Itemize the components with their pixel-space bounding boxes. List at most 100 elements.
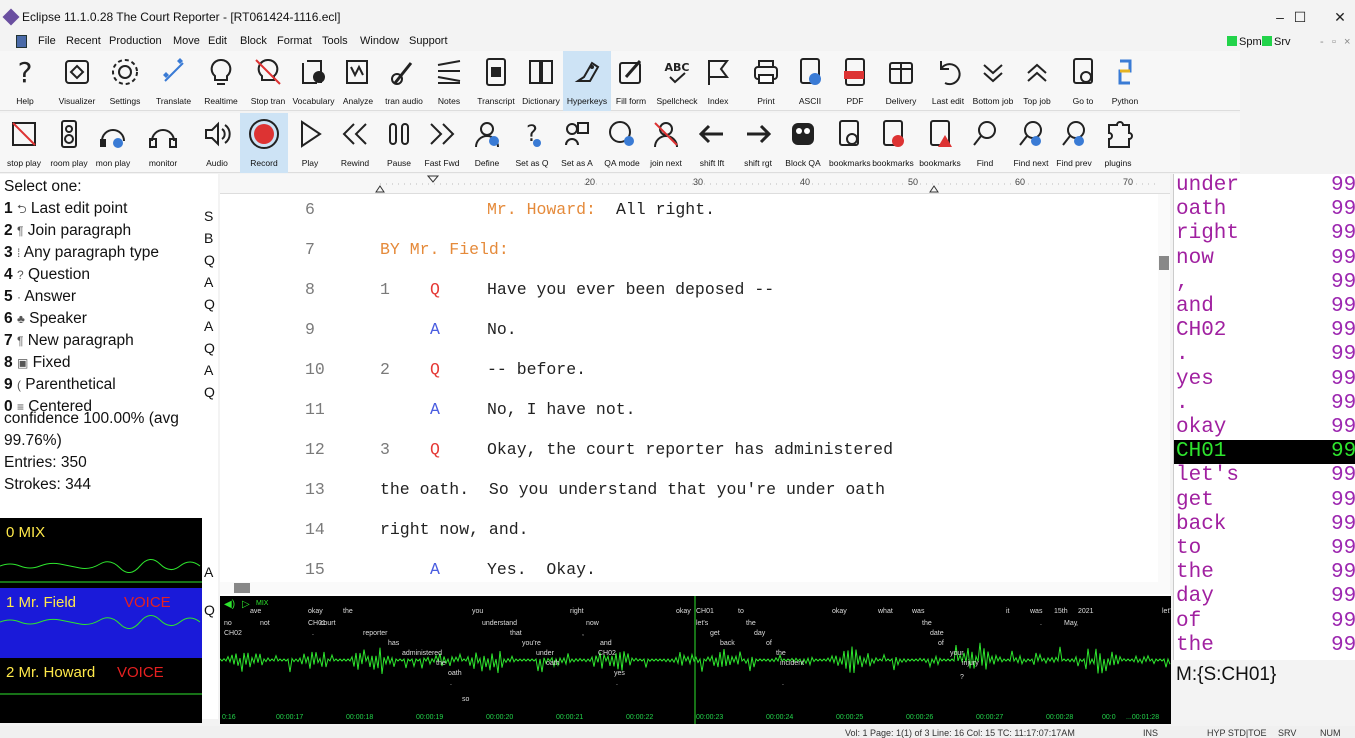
option-last-edit-point[interactable]: 1 ⮌ Last edit point [4,200,127,221]
mdi-minimize-button[interactable]: - [1320,36,1324,48]
toolbar-button-set-as-q[interactable]: ? Set as Q [510,113,554,173]
transcript-line[interactable]: 7 BY Mr. Field: [220,240,1150,280]
waveform-word[interactable]: yes [614,670,625,677]
toolbar-button-define[interactable]: Define [467,113,507,173]
waveform-word[interactable]: your [950,650,964,657]
waveform-word[interactable]: day [754,630,765,637]
toolbar-button-fill-form[interactable]: Fill form [611,51,651,111]
waveform-word[interactable]: you [472,608,483,615]
toolbar-button-room-play[interactable]: room play [49,113,89,173]
waveform-word[interactable]: understand [482,620,517,627]
system-menu-icon[interactable] [16,35,27,48]
waveform-word[interactable]: . [616,680,618,687]
transcript-line[interactable]: 14 right now, and. [220,520,1150,560]
toolbar-button-mon-play[interactable]: mon play [91,113,135,173]
wordlist-row[interactable]: . 99 [1174,392,1355,416]
waveform-word[interactable]: okay [308,608,323,615]
toolbar-button-last-edit[interactable]: Last edit [928,51,968,111]
wordlist-row[interactable]: under 99 [1174,174,1355,198]
mixer-channel-howard[interactable]: 2 Mr. Howard VOICE [0,658,202,728]
toolbar-button-fast-fwd[interactable]: Fast Fwd [420,113,464,173]
toolbar-button-qa-mode[interactable]: QA mode [601,113,643,173]
waveform-word[interactable]: injury [962,660,979,667]
waveform-word[interactable]: let's [696,620,708,627]
waveform-word[interactable]: not [260,620,270,627]
toolbar-button-ascii[interactable]: ASCII [790,51,830,111]
waveform-word[interactable]: ave [250,608,261,615]
toolbar-button-stop-play[interactable]: stop play [2,113,46,173]
waveform-word[interactable]: the [746,620,756,627]
transcript-line[interactable]: 8 1 Q Have you ever been deposed -- [220,280,1150,320]
toolbar-button-pdf[interactable]: PDF [835,51,875,111]
waveform-word[interactable]: let's [1162,608,1171,615]
wordlist-row[interactable]: . 99 [1174,343,1355,367]
toolbar-button-block-qa[interactable]: Block QA [781,113,825,173]
waveform-word[interactable]: date [930,630,944,637]
option-join-paragraph[interactable]: 2 ¶ Join paragraph [4,222,131,240]
horizontal-scrollbar[interactable] [220,582,1170,594]
toolbar-button-bookmarks[interactable]: bookmarks [872,113,914,173]
transcript-line[interactable]: 12 3 Q Okay, the court reporter has adminis… [220,440,1150,480]
vertical-scrollbar[interactable] [1158,194,1170,594]
option-new-paragraph[interactable]: 7 ¶ New paragraph [4,332,134,350]
waveform-word[interactable]: and [600,640,612,647]
waveform-word[interactable]: get [710,630,720,637]
toolbar-button-python[interactable]: Python [1106,51,1144,111]
menu-format[interactable]: Format [277,35,312,47]
toolbar-button-find-next[interactable]: Find next [1010,113,1052,173]
waveform-word[interactable]: what [878,608,893,615]
waveform-word[interactable]: that [510,630,522,637]
toolbar-button-rewind[interactable]: Rewind [334,113,376,173]
toolbar-button-shift-lft[interactable]: shift lft [690,113,734,173]
waveform-word[interactable]: . [782,680,784,687]
toolbar-button-bottom-job[interactable]: Bottom job [972,51,1014,111]
wordlist-row[interactable]: of 99 [1174,610,1355,634]
toolbar-button-tran-audio[interactable]: tran audio [381,51,427,111]
transcript-line[interactable]: 6 Mr. Howard: All right. [220,200,1150,240]
waveform-word[interactable]: reporter [363,630,388,637]
toolbar-button-play[interactable]: Play [291,113,329,173]
wordlist-row[interactable]: get 99 [1174,489,1355,513]
toolbar-button-find-prev[interactable]: Find prev [1054,113,1094,173]
toolbar-button-notes[interactable]: Notes [428,51,470,111]
waveform-word[interactable]: so [462,696,469,703]
option-fixed[interactable]: 8 ▣ Fixed [4,354,71,372]
menu-file[interactable]: File [38,35,56,47]
toolbar-button-realtime[interactable]: Realtime [199,51,243,111]
mdi-close-button[interactable]: × [1344,36,1350,48]
waveform-word[interactable]: , [582,630,584,637]
wordlist-row[interactable]: the 99 [1174,561,1355,585]
wordlist-row[interactable]: yes 99 [1174,368,1355,392]
toolbar-button-bookmarks[interactable]: bookmarks [918,113,962,173]
toolbar-button-record[interactable]: Record [240,113,288,173]
waveform-word[interactable]: you're [522,640,541,647]
waveform-word[interactable]: okay [832,608,847,615]
menu-block[interactable]: Block [240,35,267,47]
toolbar-button-top-job[interactable]: Top job [1016,51,1058,111]
wordlist-row[interactable]: right 99 [1174,222,1355,246]
transcript-line[interactable]: 9 A No. [220,320,1150,360]
waveform-word[interactable]: , [1076,620,1078,627]
wordlist-row[interactable]: and 99 [1174,295,1355,319]
scrollbar-thumb[interactable] [234,583,250,593]
toolbar-button-plugins[interactable]: plugins [1098,113,1138,173]
menu-window[interactable]: Window [360,35,399,47]
mdi-restore-button[interactable]: ▫ [1332,36,1336,48]
toolbar-button-monitor[interactable]: monitor [140,113,186,173]
waveform-word[interactable]: now [586,620,599,627]
toolbar-button-spellcheck[interactable]: ABC Spellcheck [654,51,700,111]
menu-recent[interactable]: Recent [66,35,101,47]
waveform-word[interactable]: under [536,650,554,657]
waveform-word[interactable]: oath [448,670,462,677]
waveform-word[interactable]: of [766,640,772,647]
toolbar-button-index[interactable]: Index [701,51,735,111]
waveform-word[interactable]: has [388,640,399,647]
waveform-word[interactable]: oath [546,660,560,667]
waveform-word[interactable]: . [1040,620,1042,627]
waveform-word[interactable]: . [450,680,452,687]
menu-production[interactable]: Production [109,35,162,47]
toolbar-button-find[interactable]: Find [965,113,1005,173]
waveform-word[interactable]: . [312,630,314,637]
wordlist-row[interactable]: oath 99 [1174,198,1355,222]
audio-waveform[interactable]: ◀) ▷ MIX ave no CH02 okay not the CH01 court. re… [220,596,1171,724]
